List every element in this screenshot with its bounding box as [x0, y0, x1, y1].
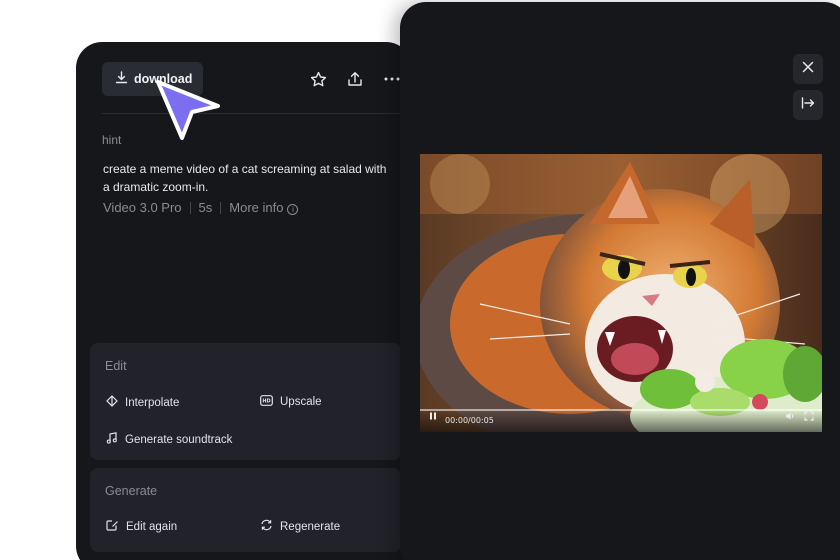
video-player[interactable]: 00:00/00:05 [420, 154, 822, 432]
pointer-cursor-icon [152, 76, 224, 144]
generate-title: Generate [105, 484, 158, 498]
duration: 5s [198, 200, 213, 215]
soundtrack-label: Generate soundtrack [125, 433, 233, 446]
close-button[interactable] [793, 54, 823, 84]
more-icon[interactable] [382, 69, 402, 89]
meta-separator [220, 201, 222, 214]
arrow-right-bar-icon [801, 96, 815, 114]
divider [102, 113, 412, 114]
upscale-button[interactable]: HD Upscale [260, 395, 322, 409]
soundtrack-button[interactable]: Generate soundtrack [106, 432, 232, 447]
svg-text:HD: HD [262, 399, 270, 405]
meta-row: Video 3.0 Pro 5s More info i [103, 200, 299, 215]
more-info-label: More info [229, 200, 284, 215]
info-icon: i [287, 204, 299, 215]
regenerate-button[interactable]: Regenerate [260, 519, 340, 534]
video-frame-image [420, 154, 822, 432]
generate-card: Generate Edit again Regenerate [90, 468, 401, 552]
preview-panel: 00:00/00:05 [400, 2, 840, 560]
collapse-panel-button[interactable] [793, 90, 823, 120]
edit-again-label: Edit again [126, 520, 178, 533]
model-name: Video 3.0 Pro [103, 200, 182, 215]
edit-again-icon [106, 519, 119, 534]
toolbar: download [102, 62, 412, 96]
star-icon[interactable] [308, 69, 328, 89]
interpolate-label: Interpolate [125, 396, 180, 409]
hd-icon: HD [260, 395, 273, 409]
meta-separator [189, 201, 191, 214]
details-panel: download hint create a meme video of a c… [76, 42, 412, 560]
time-display: 00:00/00:05 [445, 416, 494, 425]
hint-label: hint [102, 133, 122, 147]
interpolate-icon [106, 395, 118, 410]
edit-card: Edit Interpolate HD Upscale Generate sou… [90, 343, 401, 460]
music-note-icon [106, 432, 118, 447]
refresh-icon [260, 519, 273, 534]
edit-title: Edit [105, 359, 127, 373]
progress-bar[interactable] [420, 409, 822, 411]
volume-icon[interactable] [785, 408, 795, 426]
regenerate-label: Regenerate [280, 520, 341, 533]
edit-again-button[interactable]: Edit again [106, 519, 177, 534]
download-icon [115, 71, 128, 87]
prompt-text: create a meme video of a cat screaming a… [103, 162, 387, 194]
video-controls: 00:00/00:05 [420, 407, 822, 432]
fullscreen-icon[interactable] [804, 408, 814, 426]
interpolate-button[interactable]: Interpolate [106, 395, 179, 410]
close-icon [802, 60, 814, 78]
share-icon[interactable] [345, 69, 365, 89]
upscale-label: Upscale [280, 396, 322, 408]
pause-icon[interactable] [429, 407, 437, 425]
more-info-link[interactable]: More info i [229, 200, 299, 215]
